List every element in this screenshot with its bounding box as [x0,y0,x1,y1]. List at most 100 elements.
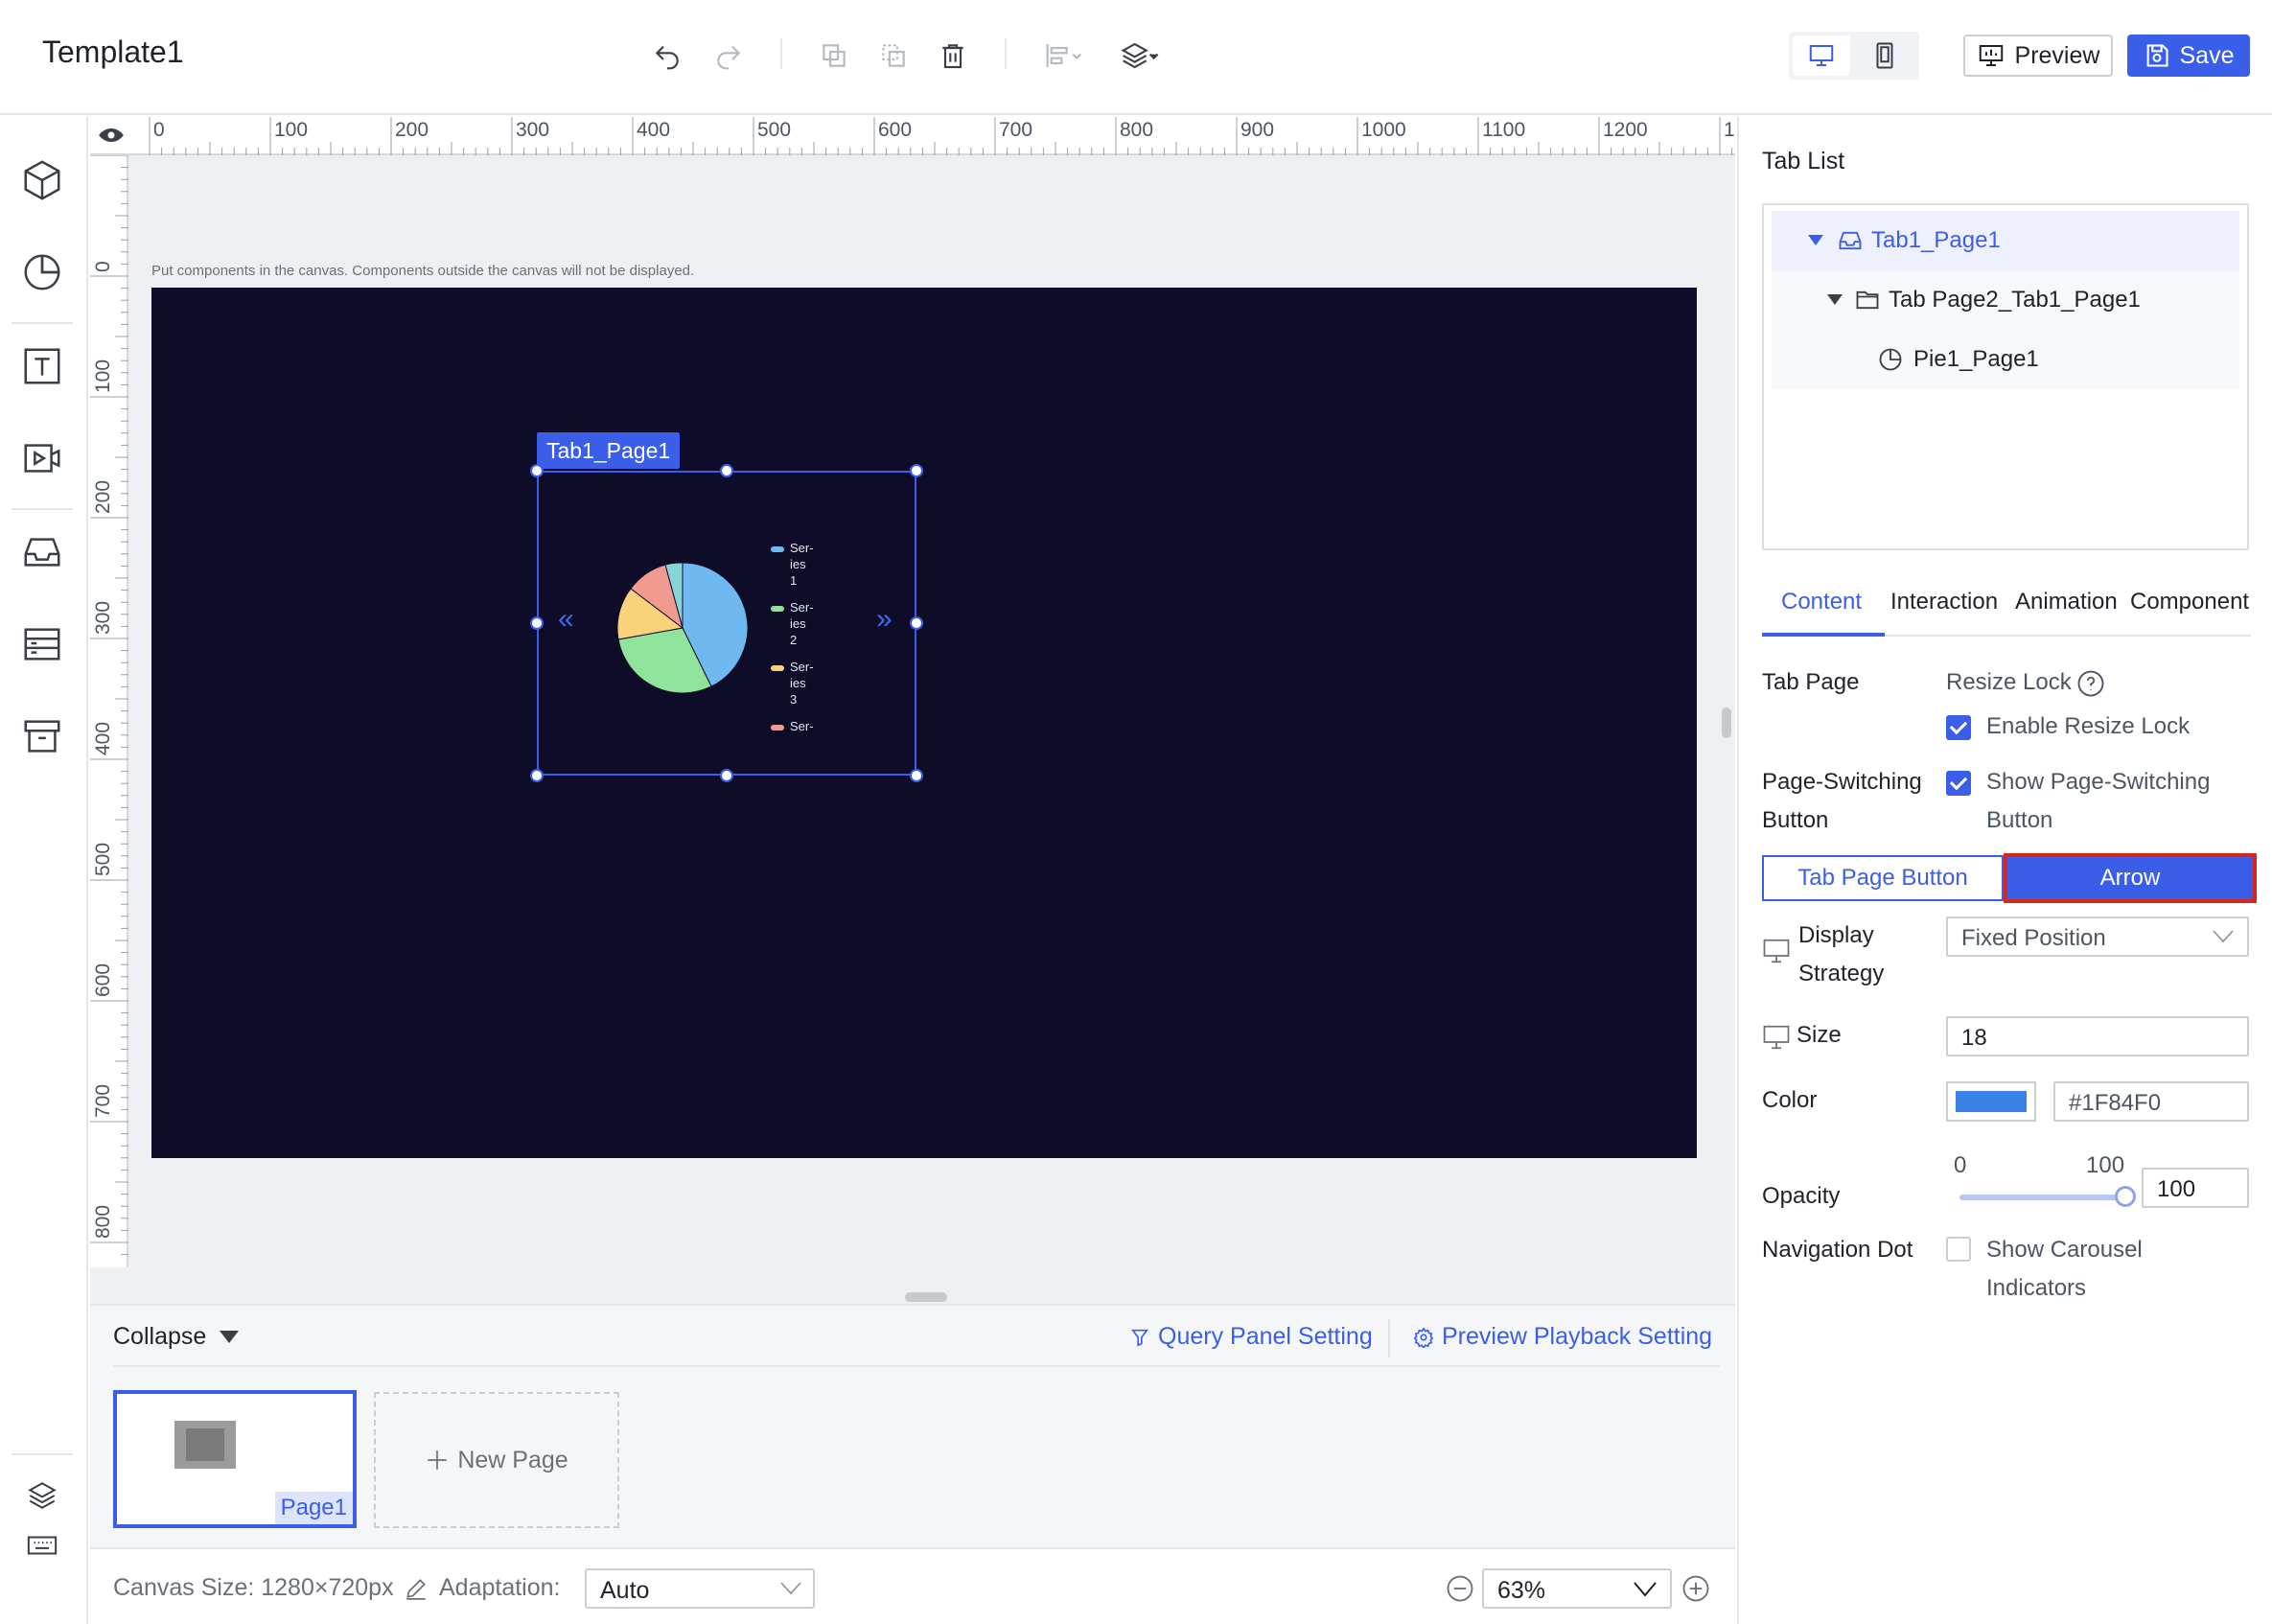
canvas-hint: Put components in the canvas. Components… [151,263,695,279]
tab-content[interactable]: Content [1781,589,1862,615]
template-title[interactable]: Template1 [42,35,184,70]
ruler-left-tick-label: 600 [92,963,114,997]
undo-icon[interactable] [650,38,684,73]
preview-playback-setting-link[interactable]: Preview Playback Setting [1413,1323,1712,1351]
redo-icon[interactable] [711,38,746,73]
media-video-icon[interactable] [17,433,67,483]
show-page-switching-checkbox[interactable] [1946,771,1971,796]
enable-resize-lock-label: Enable Resize Lock [1986,713,2191,739]
layer-order-icon[interactable] [1116,38,1164,73]
text-icon[interactable] [17,341,67,391]
device-toggle [1789,32,1919,80]
save-button[interactable]: Save [2127,35,2250,77]
vertical-scrollbar[interactable] [1722,708,1731,738]
archive-box-icon[interactable] [17,711,67,761]
color-swatch[interactable] [1946,1081,2036,1122]
query-panel-setting-link[interactable]: Query Panel Setting [1129,1323,1373,1351]
component-cube-icon[interactable] [17,155,67,205]
ruler-top-tick-label: 700 [999,119,1033,141]
ruler-top: 0 100 200 300 400 500 600 700 800 900 1000 1100 1200… [132,117,1735,155]
dark-canvas[interactable] [151,288,1697,1158]
ruler-left-tick-label: 300 [92,600,114,635]
resize-handle[interactable] [530,769,544,782]
ruler-top-tick-label: 500 [757,119,792,141]
delete-icon[interactable] [936,38,970,73]
ruler-top-tick-label: 800 [1120,119,1154,141]
enable-resize-lock-checkbox[interactable] [1946,715,1971,740]
tab-interaction[interactable]: Interaction [1890,589,1998,615]
tab-animation[interactable]: Animation [2015,589,2118,615]
toolbar-divider [12,322,73,324]
ruler-left-tick-label: 400 [92,721,114,755]
chevron-down-icon [1634,1582,1657,1597]
selected-tab-component[interactable]: « » Ser-ies 1 Ser-ies 2 Ser-ies 3 Ser- [530,464,923,782]
layers-icon[interactable] [17,1471,67,1520]
container-inbox-icon[interactable] [17,527,67,577]
pie-legend-text: Ser- [790,719,814,733]
form-list-icon[interactable] [17,619,67,669]
opacity-min-label: 0 [1954,1152,1967,1178]
active-tab-indicator [1762,633,1885,637]
page-switching-style-segmented: Tab Page Button Arrow [1762,853,2257,903]
preview-label: Preview [2014,41,2100,69]
save-label: Save [2179,41,2235,69]
color-hex-input[interactable]: #1F84F0 [2053,1081,2249,1122]
tree-item-tab1-page1[interactable]: Tab1_Page1 [1772,211,2239,270]
desktop-icon [1763,1025,1790,1050]
legend-marker-icon [771,725,784,731]
ruler-top-tick-label: 200 [395,119,429,141]
help-question-icon[interactable] [2076,669,2105,698]
zoom-in-icon[interactable] [1681,1574,1710,1603]
resize-handle[interactable] [530,464,544,477]
chart-pie-icon[interactable] [17,247,67,297]
copy-icon[interactable] [817,38,851,73]
next-page-arrow-icon[interactable]: » [876,605,893,634]
eye-icon[interactable] [98,126,125,145]
new-page-button[interactable]: New Page [374,1392,619,1528]
tree-item-label: Tab1_Page1 [1871,227,2001,253]
opacity-slider-track[interactable] [1959,1195,2124,1200]
page-thumbnail[interactable]: Page1 [113,1390,357,1528]
paste-icon[interactable] [876,38,911,73]
resize-handle[interactable] [720,769,733,782]
zoom-select[interactable]: 63% [1482,1568,1672,1609]
caret-down-icon[interactable] [1827,294,1843,306]
resize-handle[interactable] [530,616,544,630]
opacity-slider-handle[interactable] [2115,1186,2136,1207]
show-page-switching-label-line2: Button [1986,807,2053,833]
edit-pencil-icon[interactable] [404,1576,429,1601]
mobile-view-button[interactable] [1856,35,1913,76]
tab-container-icon [1839,231,1862,250]
horizontal-scrollbar[interactable] [905,1292,947,1302]
prev-page-arrow-icon[interactable]: « [558,605,574,634]
color-label: Color [1762,1087,1818,1113]
keyboard-icon[interactable] [17,1520,67,1570]
mobile-icon [1876,42,1893,69]
size-input[interactable]: 18 [1946,1016,2249,1056]
tree-item-tab-page2[interactable]: Tab Page2_Tab1_Page1 [1772,270,2239,330]
opacity-input[interactable]: 100 [2142,1168,2249,1208]
resize-handle[interactable] [720,464,733,477]
arrow-option[interactable]: Arrow [2004,853,2257,903]
tab-component[interactable]: Component [2130,589,2249,615]
resize-handle[interactable] [910,464,923,477]
legend-marker-icon [771,546,784,552]
desktop-view-button[interactable] [1793,35,1850,76]
adaptation-select[interactable]: Auto [585,1568,815,1609]
zoom-out-icon[interactable] [1446,1574,1474,1603]
tab-page-button-option[interactable]: Tab Page Button [1762,855,2004,901]
opacity-label: Opacity [1762,1183,1841,1209]
tree-item-pie1-page1[interactable]: Pie1_Page1 [1772,330,2239,389]
align-icon[interactable] [1041,38,1087,73]
top-bar: Template1 Preview Save [0,0,2272,115]
resize-handle[interactable] [910,616,923,630]
caret-down-icon[interactable] [1808,235,1823,246]
tab-list-title: Tab List [1762,148,1845,174]
show-carousel-indicators-checkbox[interactable] [1946,1237,1971,1262]
collapse-toggle[interactable]: Collapse [113,1323,240,1351]
display-strategy-select[interactable]: Fixed Position [1946,916,2249,957]
resize-handle[interactable] [910,769,923,782]
preview-button[interactable]: Preview [1963,35,2113,77]
pie-legend-text: Ser-ies 3 [790,660,814,707]
navigation-dot-label: Navigation Dot [1762,1237,1913,1263]
